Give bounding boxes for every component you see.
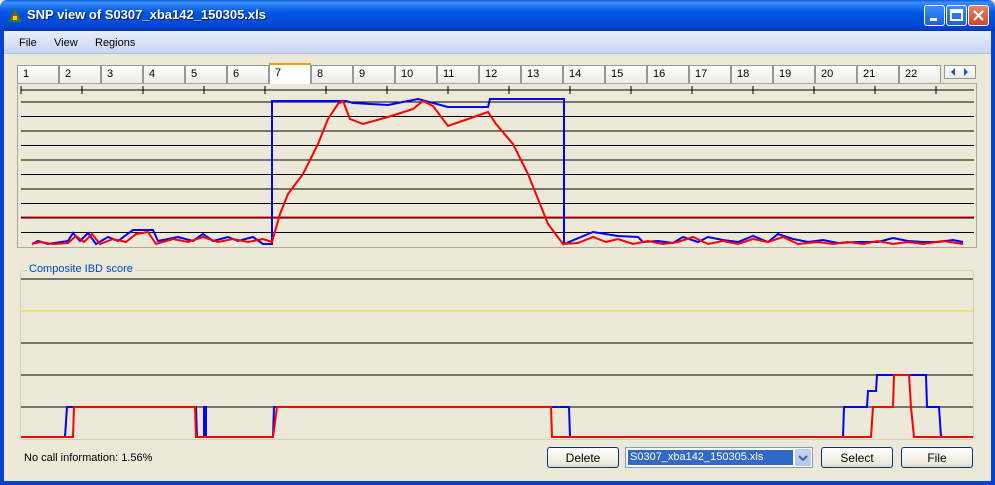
no-call-info: No call information: 1.56% bbox=[24, 452, 153, 464]
tab-chr-1[interactable]: 1 bbox=[17, 65, 59, 83]
maximize-icon bbox=[950, 9, 963, 21]
tab-chr-3[interactable]: 3 bbox=[101, 65, 143, 83]
file-button[interactable]: File bbox=[901, 447, 973, 468]
series-blue bbox=[31, 97, 964, 246]
close-button[interactable] bbox=[968, 5, 989, 26]
snp-chart bbox=[17, 83, 977, 248]
tab-chr-19[interactable]: 19 bbox=[773, 65, 815, 83]
tab-chr-10[interactable]: 10 bbox=[395, 65, 437, 83]
tab-scroll-buttons[interactable] bbox=[944, 65, 976, 79]
tab-chr-5[interactable]: 5 bbox=[185, 65, 227, 83]
tab-chr-17[interactable]: 17 bbox=[689, 65, 731, 83]
window-title: SNP view of S0307_xba142_150305.xls bbox=[27, 7, 266, 22]
tab-chr-12[interactable]: 12 bbox=[479, 65, 521, 83]
title-bar: SNP view of S0307_xba142_150305.xls bbox=[0, 0, 995, 31]
file-combo-value: S0307_xba142_150305.xls bbox=[628, 450, 793, 465]
tab-chr-8[interactable]: 8 bbox=[311, 65, 353, 83]
app-icon bbox=[8, 8, 22, 22]
minimize-button[interactable] bbox=[924, 5, 945, 26]
snp-chart-svg bbox=[20, 86, 974, 246]
dropdown-arrow-icon[interactable] bbox=[795, 449, 811, 466]
composite-ibd-label: Composite IBD score bbox=[27, 263, 135, 275]
tab-chr-16[interactable]: 16 bbox=[647, 65, 689, 83]
series-red bbox=[31, 99, 964, 246]
delete-button[interactable]: Delete bbox=[547, 447, 619, 468]
composite-red bbox=[21, 374, 973, 438]
scroll-left-icon[interactable] bbox=[951, 68, 955, 76]
tab-chr-6[interactable]: 6 bbox=[227, 65, 269, 83]
menu-bar: File View Regions bbox=[4, 31, 991, 54]
tab-chr-18[interactable]: 18 bbox=[731, 65, 773, 83]
tab-chr-2[interactable]: 2 bbox=[59, 65, 101, 83]
tab-chr-15[interactable]: 15 bbox=[605, 65, 647, 83]
tab-chr-22[interactable]: 22 bbox=[899, 65, 941, 83]
tab-chr-7[interactable]: 7 bbox=[269, 63, 311, 84]
tab-chr-13[interactable]: 13 bbox=[521, 65, 563, 83]
chromosome-tabs: 1 2 3 4 5 6 7 8 9 10 11 12 13 14 15 16 17 18 19 20 21 22 bbox=[17, 63, 977, 84]
tab-chr-4[interactable]: 4 bbox=[143, 65, 185, 83]
close-icon bbox=[973, 10, 984, 21]
tab-chr-20[interactable]: 20 bbox=[815, 65, 857, 83]
menu-view[interactable]: View bbox=[54, 37, 78, 49]
tab-chr-14[interactable]: 14 bbox=[563, 65, 605, 83]
tab-chr-11[interactable]: 11 bbox=[437, 65, 479, 83]
tab-chr-21[interactable]: 21 bbox=[857, 65, 899, 83]
select-button[interactable]: Select bbox=[821, 447, 893, 468]
maximize-button[interactable] bbox=[946, 5, 967, 26]
minimize-icon bbox=[930, 18, 937, 21]
scroll-right-icon[interactable] bbox=[964, 68, 968, 76]
composite-ibd-group bbox=[20, 270, 974, 440]
tab-chr-9[interactable]: 9 bbox=[353, 65, 395, 83]
menu-regions[interactable]: Regions bbox=[95, 37, 135, 49]
menu-file[interactable]: File bbox=[19, 37, 37, 49]
composite-ibd-chart bbox=[21, 278, 973, 438]
file-combo[interactable]: S0307_xba142_150305.xls bbox=[625, 447, 813, 468]
